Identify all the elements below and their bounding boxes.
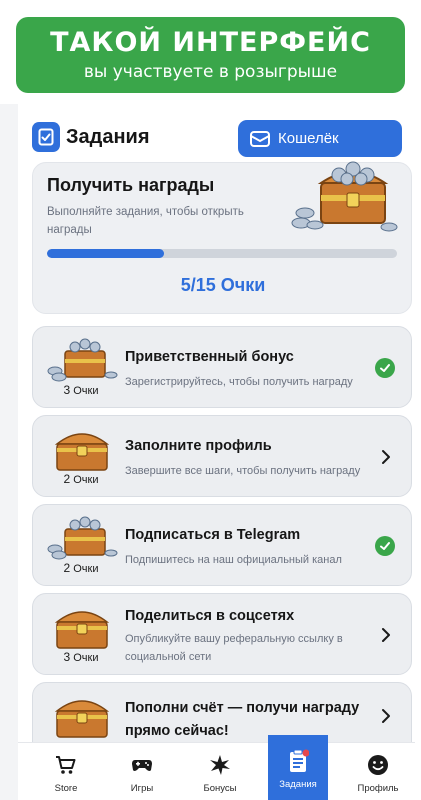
nav-item-bonuses[interactable]: Бонусы: [182, 743, 258, 800]
task-subtitle: Опубликуйте вашу реферальную ссылку в со…: [125, 633, 343, 663]
nav-item-games[interactable]: Игры: [104, 743, 180, 800]
task-card-fill-profile[interactable]: 2 Очки Заполните профиль Завершите все ша…: [32, 415, 412, 497]
page-title: Задания: [66, 126, 150, 148]
rewards-progress-fill: [47, 249, 164, 258]
nav-item-tasks[interactable]: Задания: [268, 735, 328, 800]
side-strip: [0, 104, 18, 800]
task-subtitle: Зарегистрируйтесь, чтобы получить наград…: [125, 376, 353, 388]
task-title: Приветственный бонус: [125, 349, 294, 365]
chevron-right-icon: [382, 450, 390, 464]
task-title: Подписаться в Telegram: [125, 527, 301, 543]
tasks-screen: Задания Кошелёк Получить награды Выполня…: [18, 104, 415, 800]
rewards-title: Получить награды: [47, 175, 215, 195]
rewards-description: Выполняйте задания, чтобы открыть наград…: [47, 206, 244, 236]
task-card-telegram[interactable]: 2 Очки Подписаться в Telegram Подпишитесь…: [32, 504, 412, 586]
nav-label: Store: [54, 783, 78, 794]
nav-label: Задания: [279, 779, 317, 790]
task-card-share-social[interactable]: 3 Очки Поделиться в соцсетях Опубликуйте …: [32, 593, 412, 675]
task-subtitle: Завершите все шаги, чтобы получить награ…: [125, 465, 361, 477]
promo-banner: ТАКОЙ ИНТЕРФЕЙС вы участвуете в розыгрыш…: [16, 17, 405, 93]
treasure-chest-coins-icon: [47, 338, 118, 382]
rewards-card: Получить награды Выполняйте задания, что…: [32, 161, 412, 314]
task-points: 3 Очки: [63, 650, 99, 664]
check-badge-icon: [375, 536, 395, 556]
sparkle-icon: [208, 753, 232, 777]
rewards-progress-bar: [47, 249, 397, 258]
cart-icon: [54, 753, 78, 777]
rewards-points: 5/15 Очки: [180, 275, 266, 295]
nav-item-store[interactable]: Store: [28, 743, 104, 800]
bottom-navigation: Store Игры Бонусы Задания Профиль: [18, 735, 416, 800]
nav-label: Игры: [130, 783, 154, 794]
wallet-button[interactable]: Кошелёк: [238, 120, 402, 157]
nav-label: Бонусы: [203, 783, 237, 794]
task-points: 3 Очки: [63, 383, 99, 397]
treasure-chest-icon: [54, 611, 110, 649]
nav-label: Профиль: [357, 783, 399, 794]
banner-title: ТАКОЙ ИНТЕРФЕЙС: [50, 27, 371, 58]
treasure-chest-coins-icon: [47, 516, 118, 560]
gamepad-icon: [130, 753, 154, 777]
nav-item-profile[interactable]: Профиль: [340, 743, 416, 800]
treasure-chest-icon: [54, 700, 110, 738]
task-title: Поделиться в соцсетях: [125, 608, 295, 624]
tasks-header-icon: [32, 122, 60, 152]
chevron-right-icon: [382, 628, 390, 642]
clipboard-icon: [286, 749, 310, 773]
task-subtitle: Подпишитесь на наш официальный канал: [125, 554, 342, 566]
treasure-chest-coins-icon: [291, 161, 398, 232]
task-points: 2 Очки: [63, 561, 99, 575]
banner-subtitle: вы участвуете в розыгрыше: [83, 62, 338, 82]
task-card-welcome-bonus[interactable]: 3 Очки Приветственный бонус Зарегистрируй…: [32, 326, 412, 408]
task-points: 2 Очки: [63, 472, 99, 486]
treasure-chest-icon: [54, 433, 110, 471]
chevron-right-icon: [382, 709, 390, 723]
task-title: Заполните профиль: [125, 438, 272, 454]
task-title: Пополни счёт — получи награду прямо сейч…: [125, 700, 360, 739]
smile-icon: [366, 753, 390, 777]
wallet-label: Кошелёк: [278, 130, 339, 147]
wallet-icon: [250, 130, 270, 147]
check-badge-icon: [375, 358, 395, 378]
